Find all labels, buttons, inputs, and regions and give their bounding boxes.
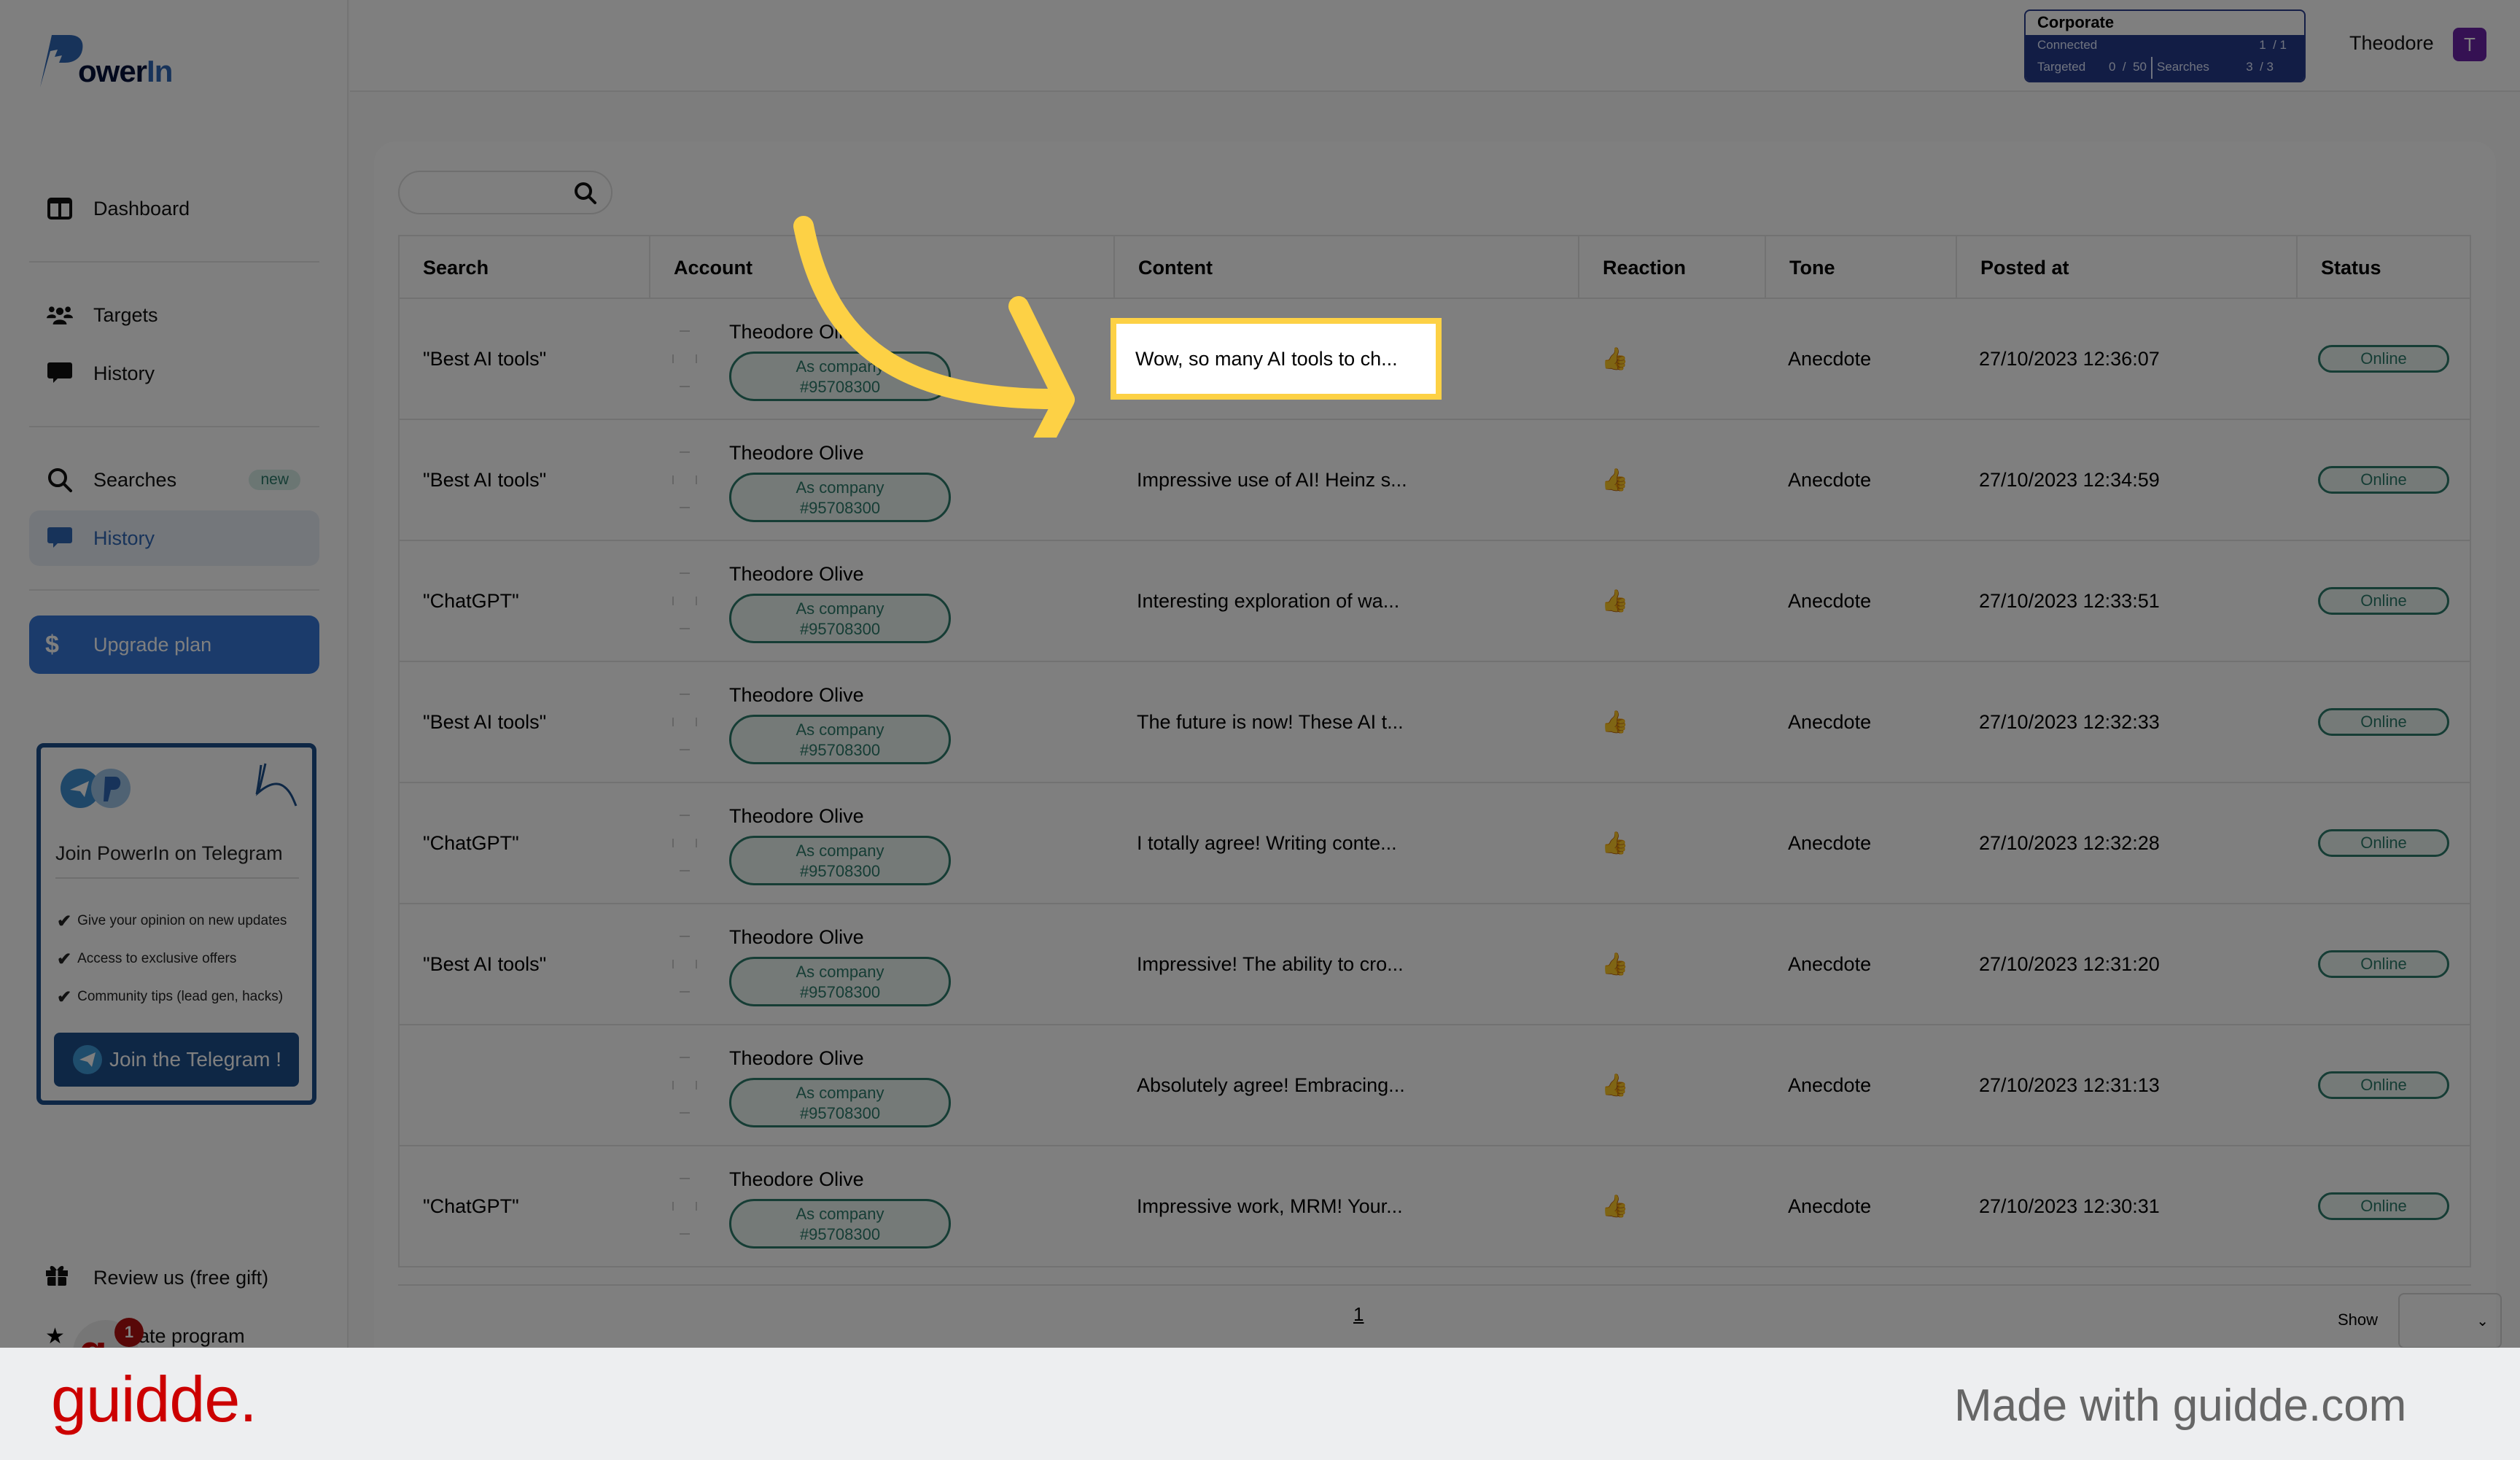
dim-overlay <box>0 0 2520 1348</box>
highlighted-content-cell[interactable]: Wow, so many AI tools to ch... <box>1111 318 1442 400</box>
pointer-arrow-icon <box>793 216 1075 438</box>
guidde-footer: guidde. Made with guidde.com <box>0 1348 2520 1460</box>
app-window: owerIn Dashboard Targets History <box>0 0 2520 1348</box>
guidde-logo[interactable]: guidde. <box>51 1362 257 1437</box>
made-with-guidde[interactable]: Made with guidde.com <box>1954 1380 2406 1432</box>
